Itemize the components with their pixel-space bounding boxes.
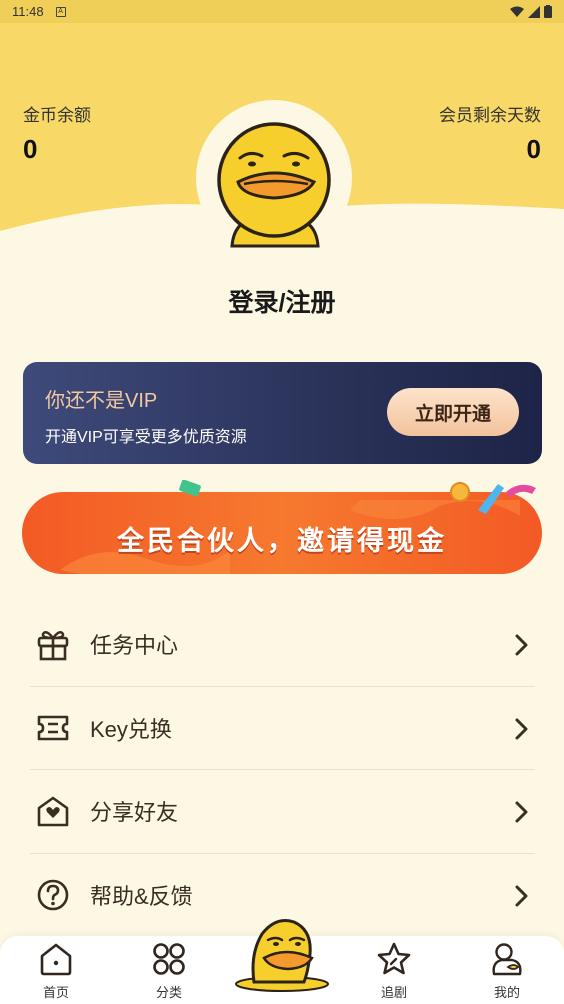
- help-icon: [33, 875, 73, 915]
- menu-item-share-friends[interactable]: 分享好友: [30, 770, 535, 854]
- avatar[interactable]: [196, 100, 352, 256]
- login-register-link[interactable]: 登录/注册: [0, 283, 564, 319]
- open-vip-button[interactable]: 立即开通: [387, 388, 519, 436]
- member-days-value: 0: [526, 134, 541, 164]
- status-icons: [510, 5, 552, 18]
- coin-balance[interactable]: 金币余额 0: [23, 101, 91, 165]
- member-days[interactable]: 会员剩余天数 0: [439, 101, 541, 165]
- menu-item-label: 分享好友: [90, 800, 179, 826]
- tab-label: 追剧: [380, 985, 407, 1000]
- signal-icon: [528, 5, 540, 18]
- ticket-icon: [33, 708, 73, 748]
- tab-category[interactable]: 分类: [139, 940, 199, 1001]
- chevron-right-icon: [515, 801, 528, 823]
- home-icon: [40, 943, 72, 976]
- menu-list: 任务中心 Key兑换 分享好友 帮助&反馈: [30, 603, 535, 937]
- member-days-label: 会员剩余天数: [439, 106, 541, 125]
- tab-label: 首页: [42, 985, 69, 1000]
- star-icon: [377, 942, 411, 975]
- tab-mine[interactable]: 我的: [477, 940, 537, 1001]
- menu-item-key-redeem[interactable]: Key兑换: [30, 687, 535, 770]
- category-icon: [153, 943, 185, 975]
- chevron-right-icon: [515, 885, 528, 906]
- invite-banner-text: 全民合伙人，邀请得现金: [117, 526, 447, 556]
- battery-icon: [544, 5, 552, 18]
- tab-label: 我的: [493, 985, 520, 1000]
- chevron-right-icon: [515, 718, 528, 739]
- tab-following[interactable]: 追剧: [364, 940, 424, 1001]
- vip-card[interactable]: 你还不是VIP 开通VIP可享受更多优质资源 立即开通: [23, 362, 542, 464]
- wifi-icon: [510, 6, 524, 17]
- status-bar: 11:48 A: [0, 0, 564, 23]
- menu-item-label: 任务中心: [90, 633, 179, 659]
- menu-item-label: 帮助&反馈: [90, 884, 193, 910]
- chevron-right-icon: [515, 634, 528, 656]
- gift-icon: [33, 624, 73, 664]
- status-time: 11:48: [12, 4, 44, 19]
- tab-home[interactable]: 首页: [26, 940, 86, 1001]
- coin-balance-value: 0: [23, 134, 38, 164]
- menu-item-task-center[interactable]: 任务中心: [30, 603, 535, 687]
- notification-icon: A: [55, 6, 66, 17]
- menu-item-label: Key兑换: [90, 716, 172, 742]
- tab-label: 分类: [155, 985, 182, 1000]
- share-heart-icon: [33, 791, 73, 831]
- coin-icon: [450, 482, 470, 502]
- tab-center-duck[interactable]: [232, 912, 332, 992]
- coin-balance-label: 金币余额: [23, 106, 91, 125]
- duck-outline-icon: [492, 943, 522, 976]
